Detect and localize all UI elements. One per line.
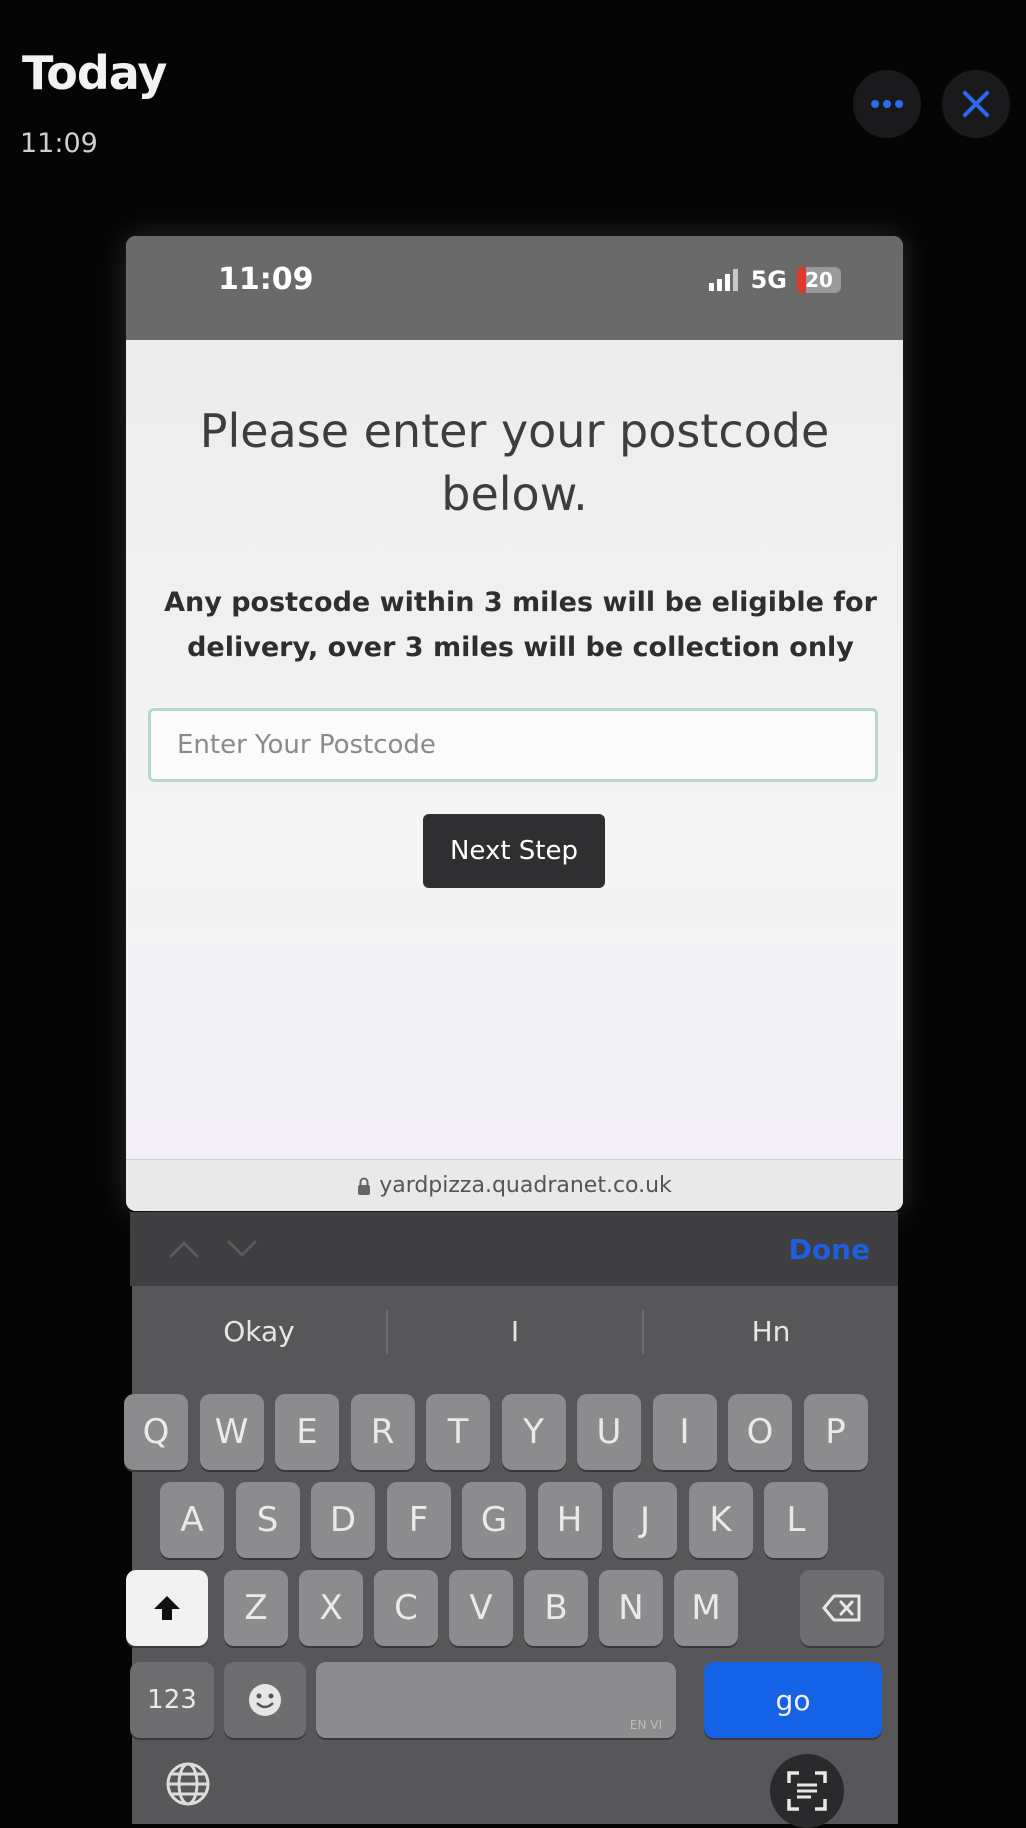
key-v[interactable]: V xyxy=(449,1570,513,1646)
status-time: 11:09 xyxy=(218,262,314,297)
scan-text-key[interactable] xyxy=(770,1754,844,1828)
numbers-key[interactable]: 123 xyxy=(130,1662,214,1738)
postcode-page: Please enter your postcode below. Any po… xyxy=(126,340,903,1160)
viewer-timestamp: 11:09 xyxy=(20,128,98,159)
key-h[interactable]: H xyxy=(537,1482,602,1558)
globe-key[interactable] xyxy=(158,1754,218,1814)
globe-icon xyxy=(166,1762,210,1806)
screenshot-frame: 11:09 5G 20 Please enter your postcode b… xyxy=(126,236,903,1211)
keyboard: Okay I Hn QWERTYUIOPASDFGHJKLZXCVBNM 123… xyxy=(124,1286,898,1828)
shift-key[interactable] xyxy=(126,1570,208,1646)
go-key[interactable]: go xyxy=(704,1662,882,1738)
key-t[interactable]: T xyxy=(426,1394,490,1470)
signal-icon xyxy=(708,269,738,291)
key-d[interactable]: D xyxy=(311,1482,375,1558)
delivery-note-line-2: delivery, over 3 miles will be collectio… xyxy=(187,632,854,663)
suggestion-item[interactable]: I xyxy=(388,1310,644,1354)
key-r[interactable]: R xyxy=(350,1394,415,1470)
emoji-key[interactable] xyxy=(224,1662,306,1738)
key-j[interactable]: J xyxy=(613,1482,677,1558)
ellipsis-icon xyxy=(871,100,903,108)
key-i[interactable]: I xyxy=(652,1394,717,1470)
emoji-icon xyxy=(249,1684,281,1716)
postcode-input[interactable] xyxy=(148,708,878,782)
backspace-key[interactable] xyxy=(800,1570,884,1646)
shift-icon xyxy=(154,1596,180,1620)
key-x[interactable]: X xyxy=(299,1570,363,1646)
key-m[interactable]: M xyxy=(674,1570,738,1646)
key-u[interactable]: U xyxy=(577,1394,641,1470)
keyboard-accessory-bar: Done xyxy=(130,1212,898,1286)
suggestion-item[interactable]: Okay xyxy=(132,1310,388,1354)
heading-line-1: Please enter your postcode xyxy=(199,404,830,458)
chevron-down-icon[interactable] xyxy=(226,1239,258,1259)
suggestion-bar: Okay I Hn xyxy=(132,1286,898,1378)
battery-label: 20 xyxy=(805,268,833,292)
battery-icon: 20 xyxy=(797,267,841,293)
language-indicator: EN VI xyxy=(629,1718,662,1732)
key-s[interactable]: S xyxy=(235,1482,300,1558)
key-f[interactable]: F xyxy=(386,1482,451,1558)
more-options-button[interactable] xyxy=(853,70,921,138)
close-icon xyxy=(963,91,989,117)
status-bar: 11:09 5G 20 xyxy=(126,236,903,340)
key-a[interactable]: A xyxy=(160,1482,224,1558)
delivery-note-line-1: Any postcode within 3 miles will be elig… xyxy=(164,587,877,618)
key-b[interactable]: B xyxy=(524,1570,588,1646)
key-z[interactable]: Z xyxy=(224,1570,288,1646)
space-key[interactable]: EN VI xyxy=(316,1662,676,1738)
key-e[interactable]: E xyxy=(275,1394,339,1470)
key-g[interactable]: G xyxy=(462,1482,526,1558)
next-step-button[interactable]: Next Step xyxy=(423,814,605,888)
key-q[interactable]: Q xyxy=(124,1394,188,1470)
key-l[interactable]: L xyxy=(764,1482,828,1558)
delivery-note: Any postcode within 3 miles will be elig… xyxy=(146,580,895,670)
url-text: yardpizza.quadranet.co.uk xyxy=(379,1173,672,1198)
key-k[interactable]: K xyxy=(688,1482,753,1558)
page-heading: Please enter your postcode below. xyxy=(146,400,883,526)
chevron-up-icon[interactable] xyxy=(168,1239,200,1259)
key-p[interactable]: P xyxy=(803,1394,868,1470)
status-indicators: 5G 20 xyxy=(708,266,841,294)
network-label: 5G xyxy=(750,266,787,294)
heading-line-2: below. xyxy=(441,467,588,521)
backspace-icon xyxy=(822,1594,861,1622)
key-y[interactable]: Y xyxy=(501,1394,566,1470)
scan-text-icon xyxy=(787,1771,827,1811)
key-n[interactable]: N xyxy=(599,1570,663,1646)
suggestion-item[interactable]: Hn xyxy=(644,1310,898,1354)
close-button[interactable] xyxy=(942,70,1010,138)
key-o[interactable]: O xyxy=(728,1394,792,1470)
address-bar[interactable]: yardpizza.quadranet.co.uk xyxy=(126,1159,903,1211)
viewer-title: Today xyxy=(22,46,167,100)
key-c[interactable]: C xyxy=(374,1570,438,1646)
done-button[interactable]: Done xyxy=(789,1233,870,1266)
lock-icon xyxy=(358,1177,371,1195)
key-w[interactable]: W xyxy=(199,1394,264,1470)
